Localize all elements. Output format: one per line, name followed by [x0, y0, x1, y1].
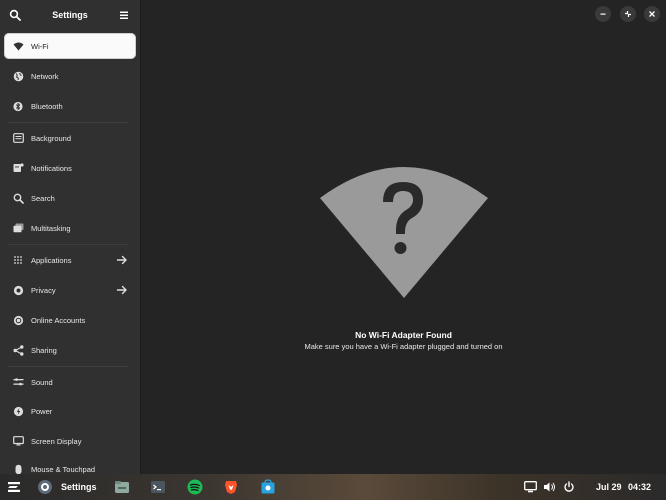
taskbar: Settings Jul 29 04:32 — [0, 474, 666, 500]
software-store-icon — [261, 479, 275, 494]
taskbar-brave-app[interactable] — [223, 478, 239, 496]
background-image-icon — [12, 132, 24, 144]
settings-gear-icon — [38, 480, 52, 494]
sidebar-item-label: Applications — [31, 255, 72, 265]
taskbar-power-indicator[interactable] — [563, 478, 575, 496]
taskbar-spotify-app[interactable] — [187, 478, 203, 496]
search-icon[interactable] — [9, 9, 21, 21]
hamburger-menu-icon[interactable] — [118, 9, 130, 21]
restore-icon — [625, 11, 631, 17]
sidebar-item-wifi[interactable]: Wi-Fi — [4, 33, 136, 59]
arrow-right-icon — [116, 285, 127, 295]
share-icon — [12, 344, 24, 356]
sidebar-item-multitasking[interactable]: Multitasking — [4, 215, 136, 241]
sidebar-item-power[interactable]: Power — [4, 398, 136, 424]
arrow-right-icon — [116, 255, 127, 265]
sidebar-item-notifications[interactable]: Notifications — [4, 155, 136, 181]
sidebar-item-label: Network — [31, 71, 59, 81]
taskbar-settings-app[interactable]: Settings — [37, 478, 97, 496]
minimize-icon — [600, 13, 606, 15]
sidebar-item-label: Sound — [31, 377, 53, 387]
taskbar-volume-indicator[interactable] — [543, 478, 556, 496]
sidebar-item-label: Screen Display — [31, 436, 82, 446]
sidebar-item-label: Bluetooth — [31, 101, 63, 111]
no-adapter-subtitle: Make sure you have a Wi-Fi adapter plugg… — [304, 342, 503, 351]
app-menu-button[interactable] — [5, 478, 23, 496]
privacy-icon — [12, 284, 24, 296]
sidebar-item-sharing[interactable]: Sharing — [4, 337, 136, 363]
sidebar-item-screen-display[interactable]: Screen Display — [4, 428, 136, 454]
sidebar-item-label: Mouse & Touchpad — [31, 464, 96, 474]
no-wifi-question-illustration — [320, 167, 488, 298]
no-adapter-title: No Wi-Fi Adapter Found — [355, 330, 452, 340]
sidebar-item-label: Background — [31, 133, 72, 143]
search-icon — [12, 192, 24, 204]
sidebar-item-network[interactable]: Network — [4, 63, 136, 89]
restore-button[interactable] — [620, 6, 636, 22]
files-folder-icon — [115, 481, 129, 493]
sidebar: Settings Wi-Fi Network Bluetooth Backgro… — [0, 0, 141, 474]
taskbar-date[interactable]: Jul 29 — [596, 482, 622, 492]
screen-icon — [524, 481, 537, 493]
brave-browser-icon — [225, 481, 237, 494]
sidebar-item-label: Multitasking — [31, 223, 71, 233]
taskbar-settings-label: Settings — [61, 482, 97, 492]
sidebar-item-label: Privacy — [31, 285, 56, 295]
sidebar-item-bluetooth[interactable]: Bluetooth — [4, 93, 136, 119]
sidebar-separator — [8, 244, 128, 245]
sidebar-item-label: Search — [31, 193, 55, 203]
sidebar-item-sound[interactable]: Sound — [4, 369, 136, 395]
taskbar-software-app[interactable] — [260, 478, 276, 496]
zorin-logo-icon — [8, 482, 20, 492]
taskbar-terminal-app[interactable] — [150, 478, 166, 496]
sidebar-header: Settings — [0, 0, 140, 30]
sound-icon — [12, 376, 24, 388]
sidebar-title: Settings — [52, 10, 88, 20]
volume-icon — [544, 482, 555, 492]
taskbar-files-app[interactable] — [114, 478, 130, 496]
sidebar-item-label: Online Accounts — [31, 315, 86, 325]
sidebar-item-label: Power — [31, 406, 53, 416]
notifications-icon — [12, 162, 24, 174]
sidebar-separator — [8, 366, 128, 367]
taskbar-time[interactable]: 04:32 — [628, 482, 651, 492]
minimize-button[interactable] — [595, 6, 611, 22]
power-icon — [564, 481, 574, 492]
spotify-icon — [187, 479, 203, 495]
sidebar-item-label: Sharing — [31, 345, 57, 355]
multitasking-icon — [12, 222, 24, 234]
sidebar-item-search[interactable]: Search — [4, 185, 136, 211]
close-icon — [649, 11, 655, 17]
bluetooth-icon — [12, 100, 24, 112]
sidebar-item-label: Notifications — [31, 163, 72, 173]
close-button[interactable] — [644, 6, 660, 22]
sidebar-item-privacy[interactable]: Privacy — [4, 277, 136, 303]
sidebar-item-online-accounts[interactable]: Online Accounts — [4, 307, 136, 333]
app-grid-icon — [12, 254, 24, 266]
sidebar-item-applications[interactable]: Applications — [4, 247, 136, 273]
online-accounts-icon — [12, 314, 24, 326]
wifi-icon — [12, 40, 24, 52]
power-icon — [12, 405, 24, 417]
taskbar-display-indicator[interactable] — [524, 478, 537, 496]
sidebar-separator — [8, 122, 128, 123]
sidebar-item-label: Wi-Fi — [31, 41, 49, 51]
terminal-icon — [151, 481, 165, 493]
display-icon — [12, 435, 24, 447]
sidebar-item-background[interactable]: Background — [4, 125, 136, 151]
globe-icon — [12, 70, 24, 82]
